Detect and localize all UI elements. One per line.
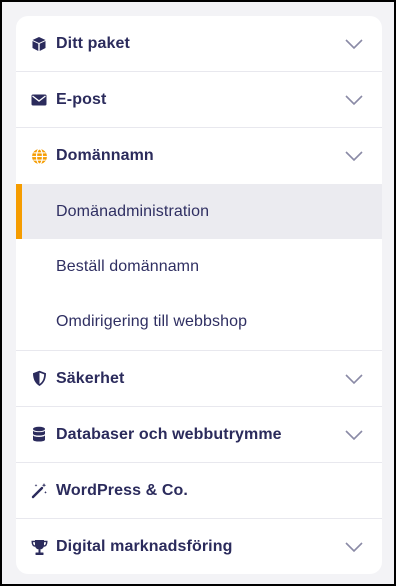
submenu-item-label: Domänadministration [56,202,210,220]
menu-item-label: Domännamn [56,147,154,164]
menu-item-label: WordPress & Co. [56,481,188,499]
chevron-down-icon[interactable] [344,94,364,106]
menu-item-databaser-och-webbutrymme[interactable]: Databaser och webbutrymme [16,407,382,463]
database-icon [30,426,48,444]
menu-item-domannamn[interactable]: Domännamn [16,128,382,184]
magic-wand-icon [30,482,48,500]
box-icon [30,35,48,53]
menu-item-digital-marknadsforing[interactable]: Digital marknadsföring [16,519,382,574]
chevron-down-icon[interactable] [344,541,364,553]
menu-item-ditt-paket[interactable]: Ditt paket [16,16,382,72]
chevron-down-icon[interactable] [344,373,364,385]
menu-item-label: Databaser och webbutrymme [56,425,282,443]
active-indicator [16,184,22,239]
chevron-down-icon[interactable] [344,38,364,50]
menu-item-e-post[interactable]: E-post [16,72,382,128]
submenu-item-bestall-domannamn[interactable]: Beställ domännamn [16,239,382,294]
menu-item-label: Säkerhet [56,369,125,387]
envelope-icon [30,91,48,109]
trophy-icon [30,538,48,556]
submenu-item-domanadministration[interactable]: Domänadministration [16,184,382,239]
shield-icon [30,370,48,388]
submenu-item-label: Beställ domännamn [56,257,200,275]
globe-icon [30,147,48,165]
menu-item-wordpress[interactable]: WordPress & Co. [16,463,382,519]
navigation-menu: Ditt paket E-post Domännamn Domänadminis… [16,16,382,574]
window-frame: Ditt paket E-post Domännamn Domänadminis… [0,0,396,586]
menu-item-label: E-post [56,90,107,108]
chevron-down-icon[interactable] [344,150,364,162]
chevron-down-icon[interactable] [344,429,364,441]
menu-item-label: Ditt paket [56,34,130,52]
submenu-item-label: Omdirigering till webbshop [56,313,248,330]
menu-item-sakerhet[interactable]: Säkerhet [16,351,382,407]
submenu-item-omdirigering-till-webbshop[interactable]: Omdirigering till webbshop [16,294,382,351]
menu-item-label: Digital marknadsföring [56,538,233,555]
